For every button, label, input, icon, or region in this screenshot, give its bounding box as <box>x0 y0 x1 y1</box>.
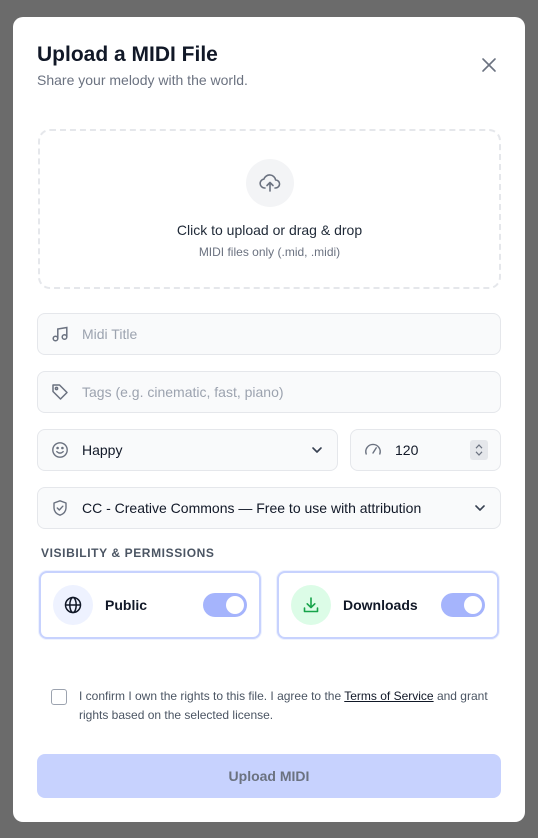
tempo-field[interactable]: 120 <box>350 429 501 471</box>
stepper-up-icon[interactable] <box>475 444 483 449</box>
tag-icon <box>50 382 70 402</box>
terms-of-service-link[interactable]: Terms of Service <box>344 689 433 703</box>
license-select[interactable]: CC - Creative Commons — Free to use with… <box>37 487 501 529</box>
dropzone-hint: MIDI files only (.mid, .midi) <box>198 245 341 259</box>
dropzone-main-text: Click to upload or drag & drop <box>176 222 363 238</box>
download-icon <box>291 585 331 625</box>
downloads-toggle[interactable] <box>441 593 485 617</box>
public-card[interactable]: Public <box>39 571 261 639</box>
shield-check-icon <box>50 498 70 518</box>
tempo-value: 120 <box>395 442 419 458</box>
downloads-card[interactable]: Downloads <box>277 571 499 639</box>
downloads-label: Downloads <box>343 597 418 613</box>
globe-icon <box>53 585 93 625</box>
permissions-heading: VISIBILITY & PERMISSIONS <box>41 546 215 560</box>
midi-title-input[interactable] <box>82 326 488 342</box>
upload-midi-button[interactable]: Upload MIDI <box>37 754 501 798</box>
mood-select[interactable]: Happy <box>37 429 338 471</box>
tags-field[interactable] <box>37 371 501 413</box>
confirm-text: I confirm I own the rights to this file.… <box>79 687 501 725</box>
midi-title-field[interactable] <box>37 313 501 355</box>
tags-input[interactable] <box>82 384 488 400</box>
chevron-down-icon <box>472 500 488 516</box>
modal-title: Upload a MIDI File <box>37 43 218 66</box>
tempo-stepper[interactable] <box>470 440 488 460</box>
rights-confirmation: I confirm I own the rights to this file.… <box>51 687 501 725</box>
file-dropzone[interactable]: Click to upload or drag & drop MIDI file… <box>38 129 501 289</box>
smiley-icon <box>50 440 70 460</box>
music-note-icon <box>50 324 70 344</box>
mood-selected-value: Happy <box>82 442 123 458</box>
chevron-down-icon <box>309 442 325 458</box>
public-label: Public <box>105 597 148 613</box>
close-icon[interactable] <box>477 53 501 77</box>
upload-modal: Upload a MIDI File Share your melody wit… <box>13 17 525 822</box>
modal-subtitle: Share your melody with the world. <box>37 72 248 88</box>
stepper-down-icon[interactable] <box>475 451 483 456</box>
confirm-text-before: I confirm I own the rights to this file.… <box>79 689 345 703</box>
license-selected-value: CC - Creative Commons — Free to use with… <box>82 500 422 516</box>
public-toggle[interactable] <box>203 593 247 617</box>
confirm-checkbox[interactable] <box>51 689 67 705</box>
cloud-upload-icon <box>245 159 294 207</box>
speedometer-icon <box>363 440 383 460</box>
